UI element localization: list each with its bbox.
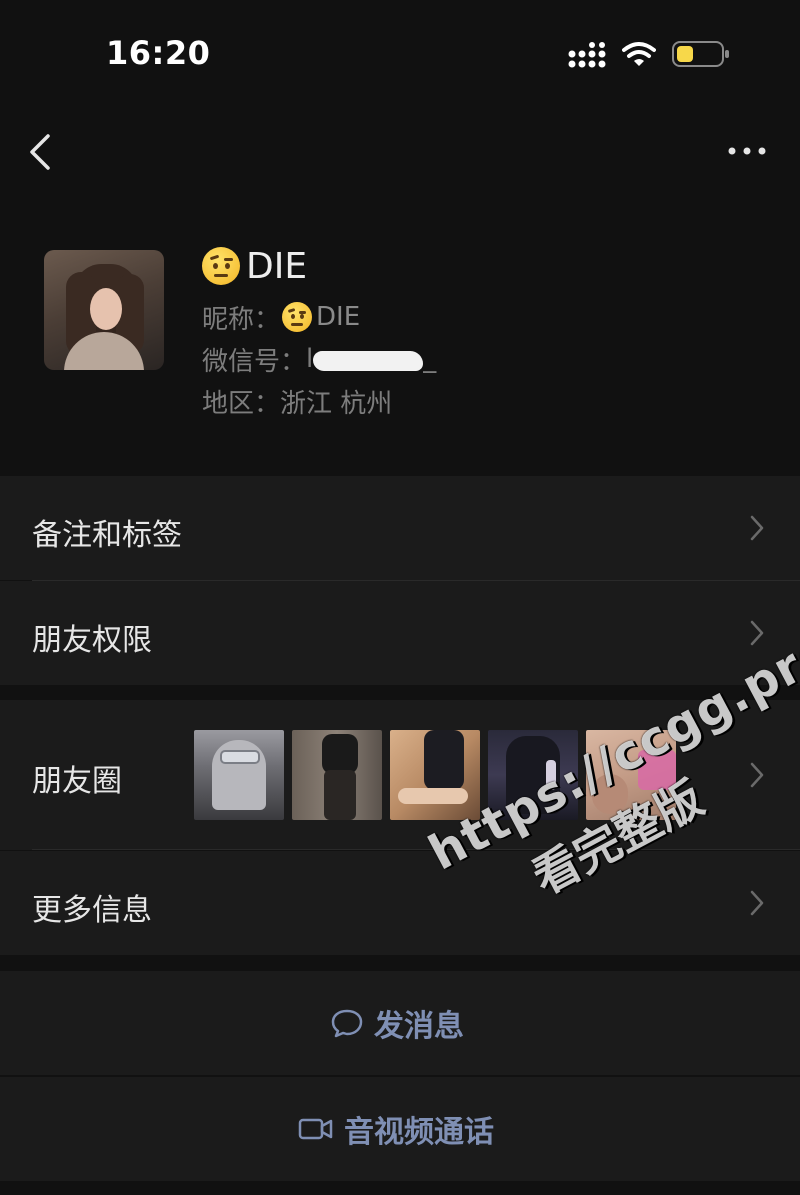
status-bar: 16:20 xyxy=(0,0,800,100)
profile-header: DIE 昵称： DIE 微信号： l _ 地区： 浙江 杭州 xyxy=(0,240,800,470)
bottom-strip xyxy=(0,1181,800,1195)
nickname-value: DIE xyxy=(316,302,361,332)
moments-thumbnail xyxy=(586,730,676,820)
more-info-label: 更多信息 xyxy=(32,893,152,928)
section-gap xyxy=(0,955,800,971)
profile-screen: 16:20 DIE 昵称： DIE 微信号： l _ 地区： 浙江 杭州 备注和… xyxy=(0,0,800,1195)
chevron-right-icon xyxy=(750,890,764,916)
avatar[interactable] xyxy=(44,250,164,370)
region-value: 浙江 杭州 xyxy=(280,388,393,419)
wechat-id-label: 微信号： xyxy=(202,346,307,377)
raised-eyebrow-emoji-icon xyxy=(282,302,313,332)
battery-icon xyxy=(672,41,729,67)
chat-bubble-icon xyxy=(331,1009,363,1038)
region-label: 地区： xyxy=(202,388,281,419)
nickname-label: 昵称： xyxy=(202,304,281,335)
video-camera-icon xyxy=(298,1118,333,1140)
send-message-label: 发消息 xyxy=(374,1009,464,1044)
moments-thumbnails xyxy=(194,730,676,820)
friend-permissions-label: 朋友权限 xyxy=(32,623,152,658)
region-line: 地区： 浙江 杭州 xyxy=(202,384,393,419)
display-name-text: DIE xyxy=(246,245,308,287)
display-name: DIE xyxy=(202,244,307,288)
notes-tags-row[interactable]: 备注和标签 xyxy=(0,476,800,580)
chevron-right-icon xyxy=(750,762,764,788)
section-gap xyxy=(0,686,800,700)
back-button[interactable] xyxy=(22,130,62,174)
more-options-button[interactable] xyxy=(724,136,770,166)
send-message-button[interactable]: 发消息 xyxy=(0,971,800,1075)
chevron-right-icon xyxy=(750,620,764,646)
moments-thumbnail xyxy=(390,730,480,820)
wechat-id-line: 微信号： l _ xyxy=(202,342,437,377)
video-call-label: 音视频通话 xyxy=(344,1115,494,1150)
notes-tags-label: 备注和标签 xyxy=(32,518,182,553)
moments-thumbnail xyxy=(292,730,382,820)
moments-thumbnail xyxy=(488,730,578,820)
wechat-id-prefix: l xyxy=(306,344,314,374)
chevron-right-icon xyxy=(750,515,764,541)
moments-thumbnail xyxy=(194,730,284,820)
wechat-id-suffix: _ xyxy=(423,344,437,374)
divider xyxy=(32,849,800,850)
moments-row[interactable]: 朋友圈 xyxy=(0,700,800,850)
video-call-button[interactable]: 音视频通话 xyxy=(0,1077,800,1181)
moments-label: 朋友圈 xyxy=(32,764,122,799)
more-info-row[interactable]: 更多信息 xyxy=(0,851,800,955)
wifi-icon xyxy=(622,42,656,66)
cellular-signal-icon xyxy=(568,42,606,68)
friend-permissions-row[interactable]: 朋友权限 xyxy=(0,581,800,685)
nav-bar xyxy=(0,110,800,200)
raised-eyebrow-emoji-icon xyxy=(202,247,240,285)
nickname-line: 昵称： DIE xyxy=(202,300,361,335)
redaction-mark xyxy=(313,351,424,371)
status-time: 16:20 xyxy=(106,34,211,72)
